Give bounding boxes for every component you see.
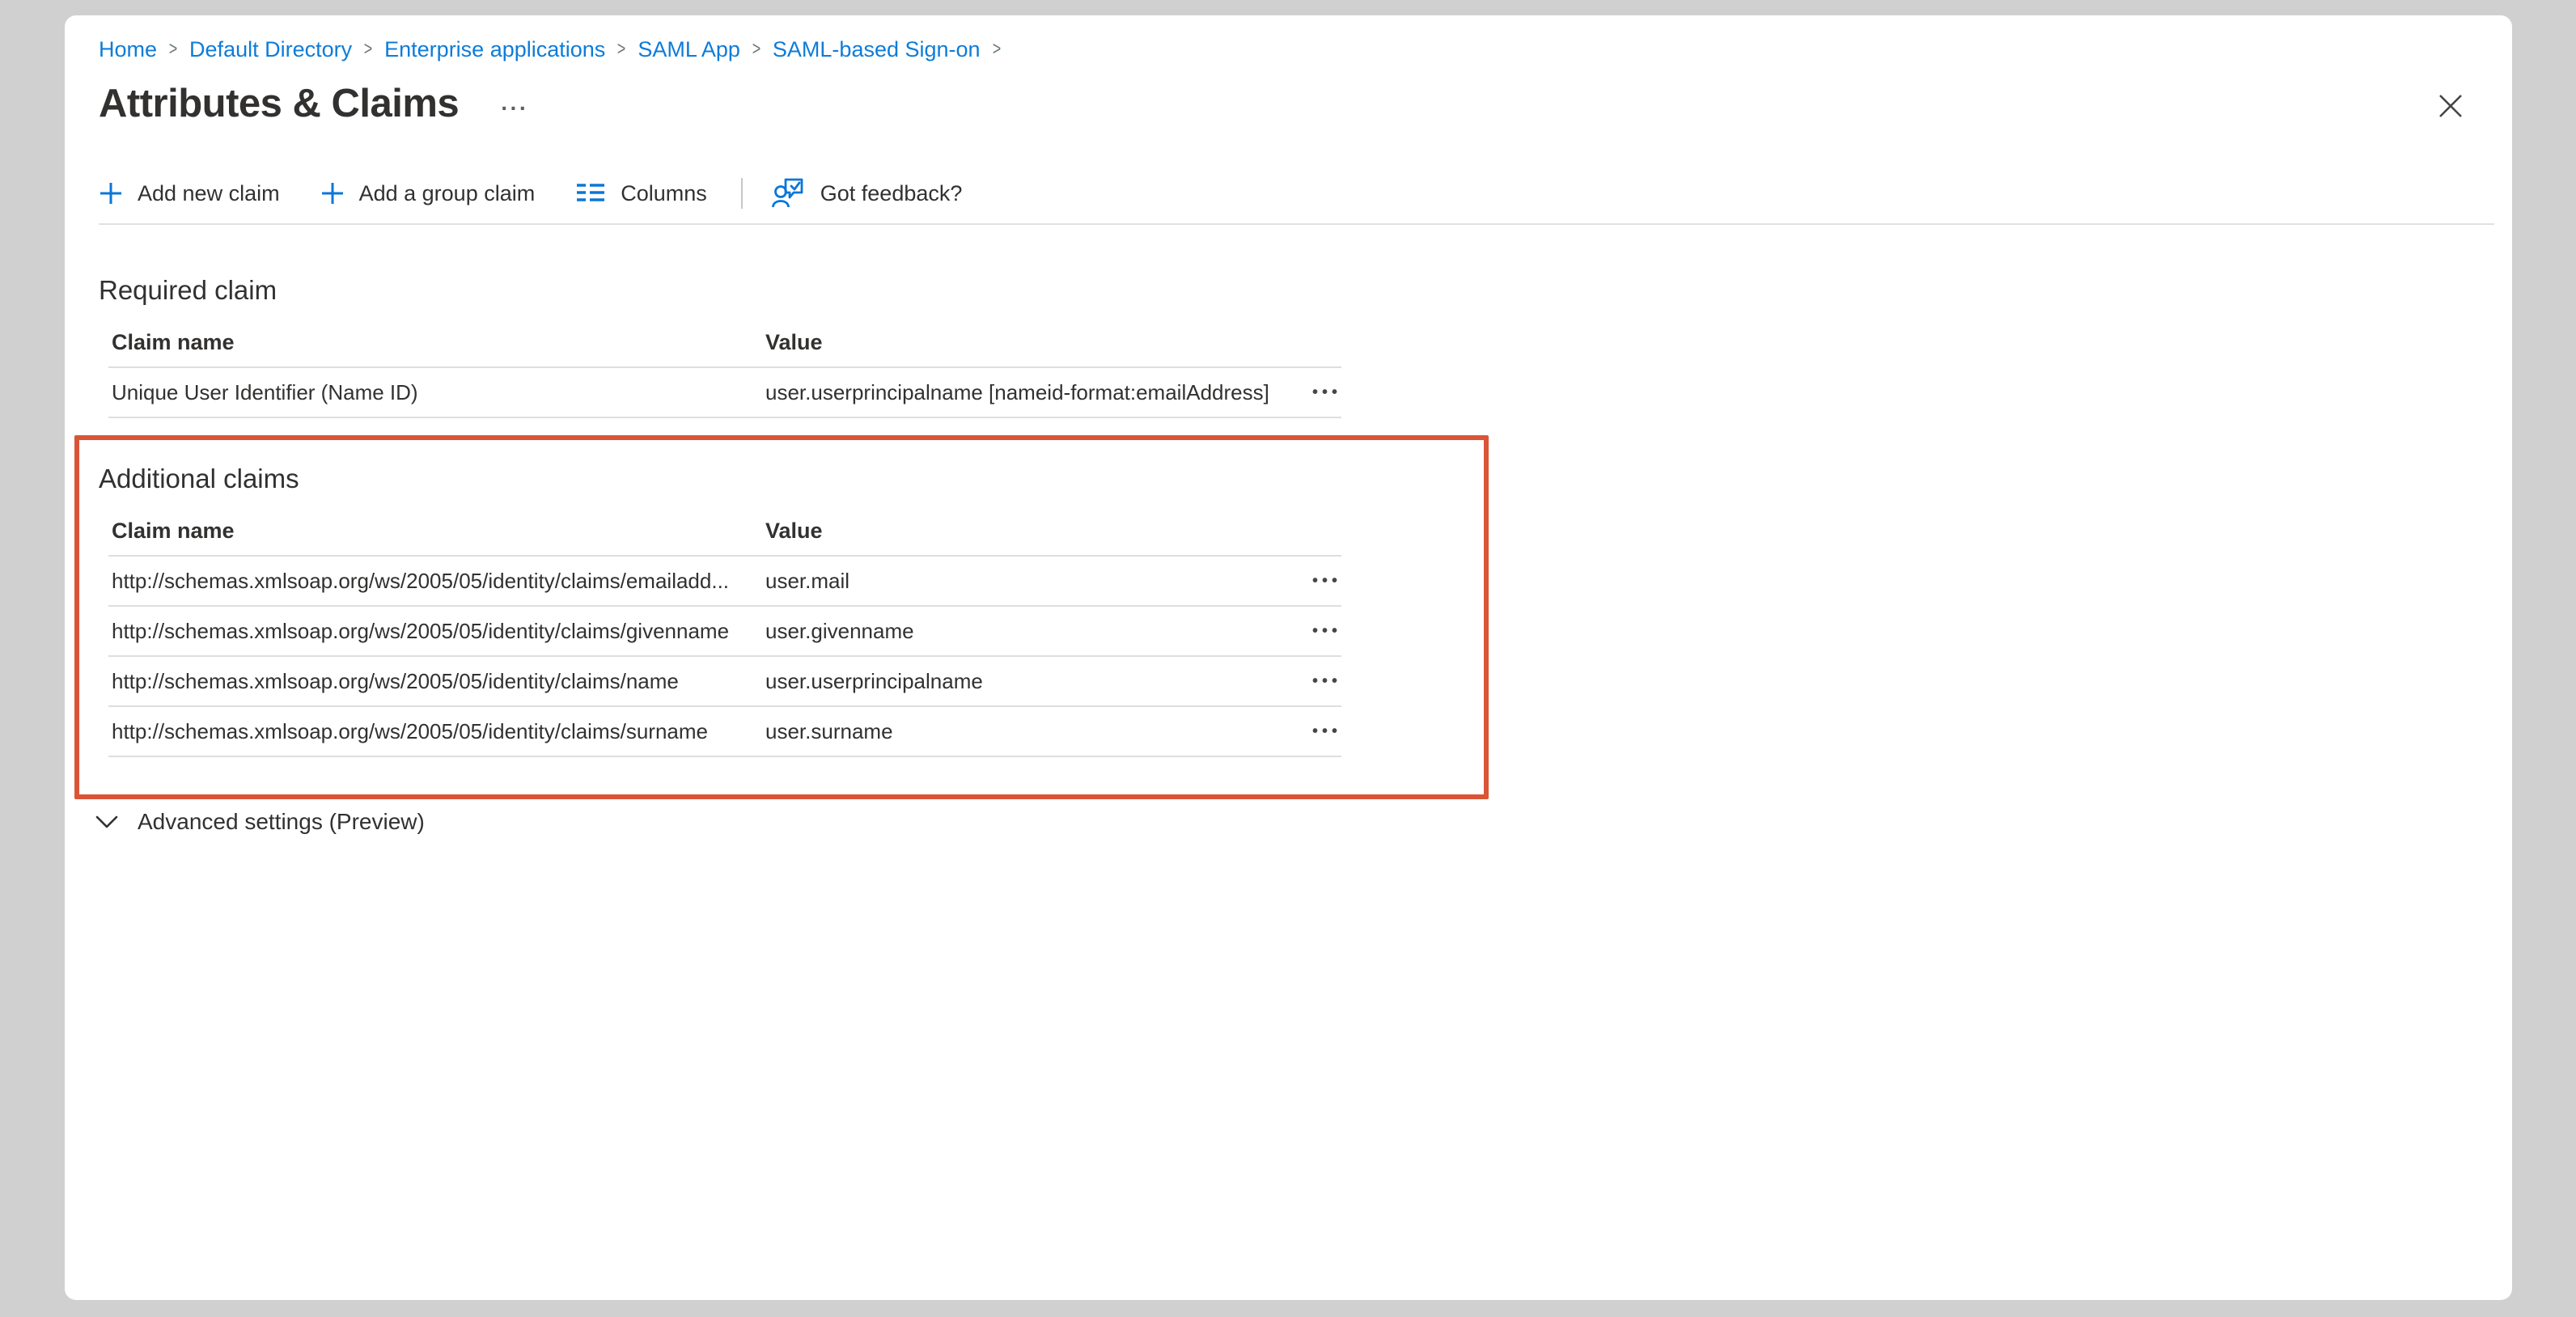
claim-name-cell: Unique User Identifier (Name ID) xyxy=(112,380,765,405)
claim-name-cell: http://schemas.xmlsoap.org/ws/2005/05/id… xyxy=(112,619,765,644)
column-header-claim-name: Claim name xyxy=(112,330,765,355)
advanced-settings-label: Advanced settings (Preview) xyxy=(138,809,425,835)
column-header-claim-name: Claim name xyxy=(112,519,765,544)
plus-icon xyxy=(320,181,345,205)
table-header-row: Claim name Value xyxy=(108,306,1341,368)
table-row[interactable]: http://schemas.xmlsoap.org/ws/2005/05/id… xyxy=(108,707,1341,757)
required-claim-table: Claim name Value Unique User Identifier … xyxy=(108,306,1341,418)
add-group-claim-label: Add a group claim xyxy=(359,181,536,206)
toolbar-divider xyxy=(741,178,743,209)
breadcrumb-separator-icon: > xyxy=(752,36,761,63)
additional-claims-heading: Additional claims xyxy=(99,464,2512,494)
advanced-settings-toggle[interactable]: Advanced settings (Preview) xyxy=(95,809,425,835)
columns-button[interactable]: Columns xyxy=(575,181,707,206)
feedback-icon xyxy=(772,176,806,210)
close-button[interactable] xyxy=(2431,87,2470,125)
close-icon xyxy=(2438,93,2464,119)
claim-name-cell: http://schemas.xmlsoap.org/ws/2005/05/id… xyxy=(112,719,765,744)
table-row[interactable]: http://schemas.xmlsoap.org/ws/2005/05/id… xyxy=(108,557,1341,607)
table-row[interactable]: Unique User Identifier (Name ID) user.us… xyxy=(108,368,1341,418)
got-feedback-label: Got feedback? xyxy=(820,181,963,206)
row-overflow-menu-icon[interactable]: ••• xyxy=(1304,718,1341,746)
claim-value-cell: user.surname xyxy=(765,719,1288,744)
claim-value-cell: user.givenname xyxy=(765,619,1288,644)
column-header-value: Value xyxy=(765,519,1288,544)
required-claim-heading: Required claim xyxy=(99,275,2512,306)
breadcrumb-separator-icon: > xyxy=(617,36,626,63)
column-header-value: Value xyxy=(765,330,1288,355)
got-feedback-button[interactable]: Got feedback? xyxy=(772,176,963,210)
claim-name-cell: http://schemas.xmlsoap.org/ws/2005/05/id… xyxy=(112,569,765,594)
table-row[interactable]: http://schemas.xmlsoap.org/ws/2005/05/id… xyxy=(108,607,1341,657)
attributes-claims-panel: Home > Default Directory > Enterprise ap… xyxy=(65,15,2512,1300)
claim-value-cell: user.userprincipalname [nameid-format:em… xyxy=(765,380,1288,405)
page-title: Attributes & Claims xyxy=(99,81,459,126)
add-new-claim-label: Add new claim xyxy=(138,181,280,206)
breadcrumb-enterprise-applications[interactable]: Enterprise applications xyxy=(384,36,605,63)
breadcrumb-separator-icon: > xyxy=(364,36,373,63)
breadcrumb: Home > Default Directory > Enterprise ap… xyxy=(99,36,2512,63)
additional-claims-table: Claim name Value http://schemas.xmlsoap.… xyxy=(108,494,1341,757)
breadcrumb-separator-icon: > xyxy=(169,36,178,63)
row-overflow-menu-icon[interactable]: ••• xyxy=(1304,667,1341,696)
row-overflow-menu-icon[interactable]: ••• xyxy=(1304,567,1341,595)
breadcrumb-saml-based-sign-on[interactable]: SAML-based Sign-on xyxy=(773,36,981,63)
columns-label: Columns xyxy=(621,181,707,206)
claim-name-cell: http://schemas.xmlsoap.org/ws/2005/05/id… xyxy=(112,669,765,694)
table-row[interactable]: http://schemas.xmlsoap.org/ws/2005/05/id… xyxy=(108,657,1341,707)
columns-icon xyxy=(575,181,606,205)
command-bar: Add new claim Add a group claim Columns xyxy=(99,176,2494,225)
row-overflow-menu-icon[interactable]: ••• xyxy=(1304,617,1341,646)
claim-value-cell: user.userprincipalname xyxy=(765,669,1288,694)
table-header-row: Claim name Value xyxy=(108,494,1341,557)
claim-value-cell: user.mail xyxy=(765,569,1288,594)
plus-icon xyxy=(99,181,123,205)
add-new-claim-button[interactable]: Add new claim xyxy=(99,181,280,206)
row-overflow-menu-icon[interactable]: ••• xyxy=(1304,379,1341,407)
chevron-down-icon xyxy=(95,815,118,829)
add-group-claim-button[interactable]: Add a group claim xyxy=(320,181,536,206)
breadcrumb-home[interactable]: Home xyxy=(99,36,157,63)
breadcrumb-saml-app[interactable]: SAML App xyxy=(638,36,740,63)
breadcrumb-separator-icon: > xyxy=(992,36,1001,63)
breadcrumb-default-directory[interactable]: Default Directory xyxy=(189,36,352,63)
title-more-icon[interactable]: ··· xyxy=(501,95,528,121)
